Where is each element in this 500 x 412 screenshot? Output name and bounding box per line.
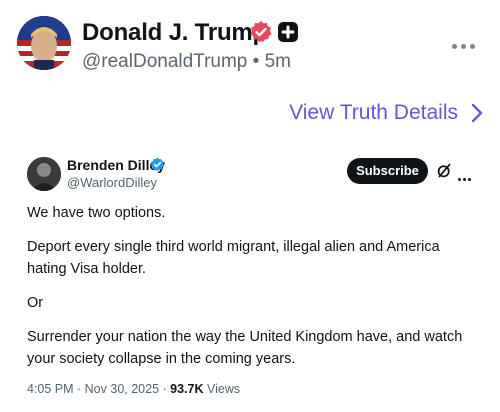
quoted-avatar-image: [27, 157, 61, 191]
avatar[interactable]: [17, 16, 71, 70]
tweet-timestamp[interactable]: 4:05 PM · Nov 30, 2025 ·: [27, 382, 167, 396]
tweet-paragraph: Surrender your nation the way the United…: [27, 329, 463, 367]
quoted-tweet[interactable]: Brenden Dilley @WarlordDilley Subscribe …: [0, 150, 500, 412]
more-options-button[interactable]: [452, 36, 480, 49]
tweet-paragraph: Deport every single third world migrant,…: [27, 239, 440, 277]
post-handle-line: @realDonaldTrump • 5m: [82, 51, 291, 73]
grok-icon[interactable]: [436, 162, 453, 179]
more-icon: [458, 178, 461, 181]
views-count: 93.7K: [170, 382, 204, 396]
tweet-meta: 4:05 PM · Nov 30, 2025 · 93.7K Views: [27, 382, 240, 396]
subscribe-button[interactable]: Subscribe: [347, 158, 428, 184]
post-handle[interactable]: @realDonaldTrump: [82, 51, 247, 72]
tweet-paragraph: We have two options.: [27, 205, 166, 221]
avatar-image: [17, 16, 71, 70]
tweet-paragraph: Or: [27, 295, 44, 311]
verified-badge-icon: [250, 21, 272, 43]
quoted-handle[interactable]: @WarlordDilley: [67, 175, 157, 190]
view-truth-details-link[interactable]: View Truth Details: [289, 101, 484, 125]
more-icon: [452, 44, 457, 49]
view-truth-details-label: View Truth Details: [289, 101, 458, 124]
plus-badge-icon: [278, 22, 298, 42]
post-time[interactable]: 5m: [265, 51, 291, 72]
quoted-more-button[interactable]: [458, 168, 476, 181]
quoted-avatar[interactable]: [27, 157, 61, 191]
views-label: Views: [206, 382, 241, 396]
post-author-name[interactable]: Donald J. Trump: [82, 19, 267, 47]
separator: •: [252, 51, 260, 72]
chevron-right-icon: [471, 103, 483, 123]
verified-badge-icon: [150, 157, 165, 171]
truth-post-header: Donald J. Trump @realDonaldTrump • 5m Vi…: [0, 0, 500, 150]
